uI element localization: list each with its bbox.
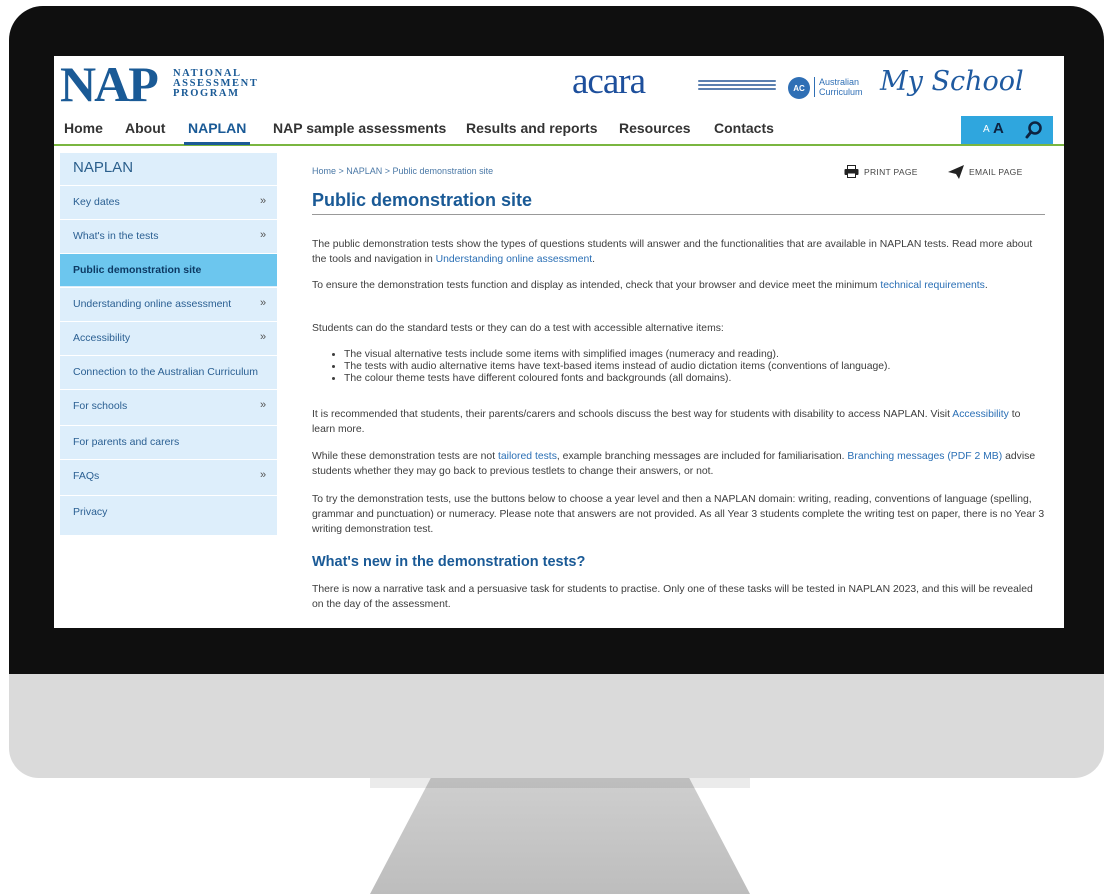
requirements-paragraph: To ensure the demonstration tests functi… [312,278,1045,293]
acara-tagline [698,80,776,92]
list-item: The visual alternative tests include som… [344,349,1064,361]
nap-logo-text: NAP [60,56,159,112]
sidebar-item-connection-to-curriculum[interactable]: Connection to the Australian Curriculum [60,355,277,388]
nav-tools: A A [961,116,1053,144]
sidebar-item-understanding-online-assessment[interactable]: Understanding online assessment » [60,287,277,320]
nap-logo-line: PROGRAM [173,88,240,99]
accessibility-link[interactable]: Accessibility [952,409,1009,420]
sidebar-item-for-parents-and-carers[interactable]: For parents and carers [60,425,277,458]
page-title: Public demonstration site [312,190,1045,215]
chevron-right-icon: » [260,297,267,309]
sidebar-item-for-schools[interactable]: For schools » [60,389,277,422]
sidebar-item-privacy[interactable]: Privacy [60,495,277,528]
nav-item-results-and-reports[interactable]: Results and reports [466,120,597,136]
email-page-button[interactable]: EMAIL PAGE [948,165,1023,179]
main-nav: Home About NAPLAN NAP sample assessments… [54,116,1064,146]
nav-item-resources[interactable]: Resources [619,120,691,136]
print-page-label: PRINT PAGE [864,166,918,177]
breadcrumb[interactable]: Home > NAPLAN > Public demonstration sit… [312,166,493,176]
search-icon[interactable] [1024,120,1044,140]
nav-item-home[interactable]: Home [64,120,103,136]
print-page-button[interactable]: PRINT PAGE [844,165,918,178]
paragraph-text: It is recommended that students, their p… [312,409,953,420]
alternatives-paragraph: Students can do the standard tests or th… [312,323,724,334]
sidebar-item-key-dates[interactable]: Key dates » [60,185,277,218]
intro-paragraph: The public demonstration tests show the … [312,237,1045,267]
text-size-small-button[interactable]: A [983,124,990,135]
monitor-stand-shadow [370,778,750,788]
sidebar-item-label: Public demonstration site [73,264,202,276]
sidebar-item-label: For parents and carers [73,436,180,448]
paragraph-text: . [984,280,988,291]
nav-item-about[interactable]: About [125,120,165,136]
sidebar-item-label: Connection to the Australian Curriculum [73,366,259,378]
sidebar-item-label: Accessibility [73,332,131,344]
monitor-stand [370,778,750,894]
nap-logo-subtitle: NATIONAL ASSESSMENT PROGRAM [173,68,263,99]
nav-item-naplan[interactable]: NAPLAN [183,120,251,145]
branching-paragraph: While these demonstration tests are not … [312,449,1045,479]
paragraph-text: The public demonstration tests show the … [312,239,1033,265]
sidebar-item-label: Key dates [73,196,120,208]
text-size-large-button[interactable]: A [993,120,1004,137]
sidebar-item-public-demonstration-site[interactable]: Public demonstration site [60,253,277,286]
sidebar-item-label: Understanding online assessment [73,298,232,310]
sidebar-item-label: For schools [73,400,128,412]
tailored-tests-link[interactable]: tailored tests [498,451,557,462]
chevron-right-icon: » [260,331,267,343]
nav-item-nap-sample-assessments[interactable]: NAP sample assessments [273,120,446,136]
browser-screen: NAP NATIONAL ASSESSMENT PROGRAM acara AC… [54,56,1064,628]
chevron-right-icon: » [260,229,267,241]
list-item: The tests with audio alternative items h… [344,361,1064,373]
disability-paragraph: It is recommended that students, their p… [312,407,1045,437]
sidebar-item-label: Privacy [73,506,108,518]
chevron-right-icon: » [260,195,267,207]
understanding-online-assessment-link[interactable]: Understanding online assessment [436,254,593,265]
monitor-chin [9,674,1104,778]
myschool-logo[interactable]: My School [880,66,1060,97]
try-tests-paragraph: To try the demonstration tests, use the … [312,494,1045,535]
chevron-right-icon: » [260,399,267,411]
sidebar-item-label: FAQs [73,470,100,482]
acara-logo[interactable]: acara [572,62,702,102]
sidebar-item-faqs[interactable]: FAQs » [60,459,277,492]
whats-new-paragraph: There is now a narrative task and a pers… [312,584,1033,610]
australian-curriculum-text: Australian Curriculum [814,77,879,97]
sidebar-item-label: What's in the tests [73,230,159,242]
send-icon [948,165,964,179]
sidebar-item-accessibility[interactable]: Accessibility » [60,321,277,354]
sidebar-item-whats-in-the-tests[interactable]: What's in the tests » [60,219,277,252]
paragraph-text: . [592,254,596,265]
section-heading: What's new in the demonstration tests? [312,554,586,570]
sidebar-title: NAPLAN [73,159,134,176]
list-item: The colour theme tests have different co… [344,373,1064,385]
technical-requirements-link[interactable]: technical requirements [880,280,985,291]
chevron-right-icon: » [260,469,267,481]
branching-messages-link[interactable]: Branching messages (PDF 2 MB) [847,451,1002,462]
alternatives-list: The visual alternative tests include som… [312,349,1064,384]
paragraph-text: To ensure the demonstration tests functi… [312,280,881,291]
paragraph-text: While these demonstration tests are not [312,451,498,462]
nav-item-contacts[interactable]: Contacts [714,120,774,136]
australian-curriculum-logo[interactable]: AC [788,77,810,99]
printer-icon [844,165,859,178]
email-page-label: EMAIL PAGE [969,167,1023,177]
section-sidebar: NAPLAN Key dates » What's in the tests »… [60,153,277,535]
paragraph-text: , example branching messages are include… [556,451,848,462]
